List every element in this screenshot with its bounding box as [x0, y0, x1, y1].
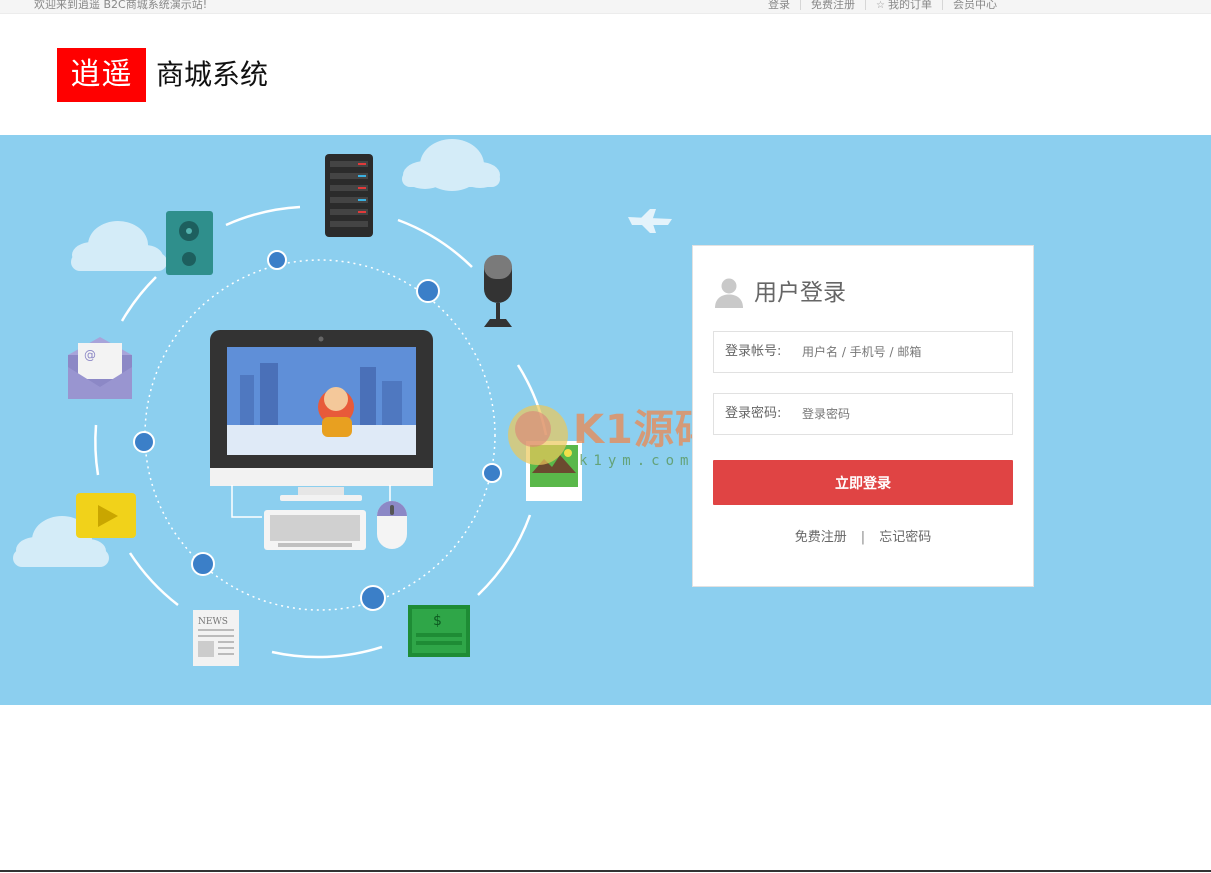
account-input[interactable]	[800, 338, 1000, 366]
top-link-divider	[941, 0, 943, 10]
forgot-password-link[interactable]: 忘记密码	[879, 530, 931, 545]
account-label: 登录帐号:	[725, 344, 782, 359]
cable-line	[231, 485, 262, 518]
top-bar: 欢迎来到逍遥 B2C商城系统演示站! 登录 免费注册 ☆ 我的订单 会员中心	[0, 0, 1211, 14]
top-link-orders[interactable]: 我的订单	[888, 0, 932, 11]
login-bottom-links: 免费注册 | 忘记密码	[693, 526, 1033, 545]
speaker-icon	[166, 211, 213, 275]
welcome-text: 欢迎来到逍遥 B2C商城系统演示站!	[34, 0, 208, 11]
password-label: 登录密码:	[725, 406, 782, 421]
keyboard-icon	[264, 510, 366, 550]
login-submit-button[interactable]: 立即登录	[713, 460, 1013, 505]
account-field[interactable]: 登录帐号:	[713, 331, 1013, 373]
microphone-icon	[484, 255, 512, 327]
mouse-icon	[377, 501, 407, 549]
top-link-login[interactable]: 登录	[768, 0, 790, 11]
svg-text:$: $	[433, 613, 442, 629]
watermark-url: k1ym.com	[579, 453, 695, 469]
top-link-member-center[interactable]: 会员中心	[953, 0, 997, 11]
cloud-icon	[402, 139, 500, 191]
top-link-divider	[865, 0, 866, 10]
watermark: K1源码 k1ym.com	[505, 395, 715, 475]
newspaper-icon: NEWS	[193, 610, 239, 666]
email-icon: @	[68, 337, 132, 399]
money-icon: $	[408, 605, 470, 657]
svg-text:NEWS: NEWS	[198, 617, 228, 627]
top-link-divider	[800, 0, 801, 10]
register-link[interactable]: 免费注册	[795, 530, 847, 545]
logo-mark[interactable]: 逍遥	[57, 48, 146, 102]
user-icon	[715, 278, 743, 308]
password-field[interactable]: 登录密码:	[713, 393, 1013, 435]
password-input[interactable]	[800, 400, 1000, 428]
link-divider: |	[860, 530, 866, 545]
footer-divider	[0, 870, 1211, 872]
svg-text:@: @	[84, 348, 96, 362]
server-icon	[325, 154, 373, 237]
video-play-icon	[76, 493, 136, 538]
login-panel: 用户登录 登录帐号: 登录密码: 立即登录 免费注册 | 忘记密码	[692, 245, 1034, 587]
watermark-logo-icon	[508, 405, 568, 465]
login-title: 用户登录	[754, 280, 846, 306]
site-header: 逍遥 商城系统	[0, 14, 1211, 135]
cloud-icon	[71, 221, 167, 271]
desktop-computer-illustration	[210, 330, 433, 501]
star-icon: ☆	[876, 0, 885, 11]
top-link-register[interactable]: 免费注册	[811, 0, 855, 11]
airplane-icon	[628, 209, 672, 233]
top-links: 登录 免费注册 ☆ 我的订单 会员中心	[768, 0, 997, 12]
logo-text[interactable]: 商城系统	[156, 55, 268, 95]
